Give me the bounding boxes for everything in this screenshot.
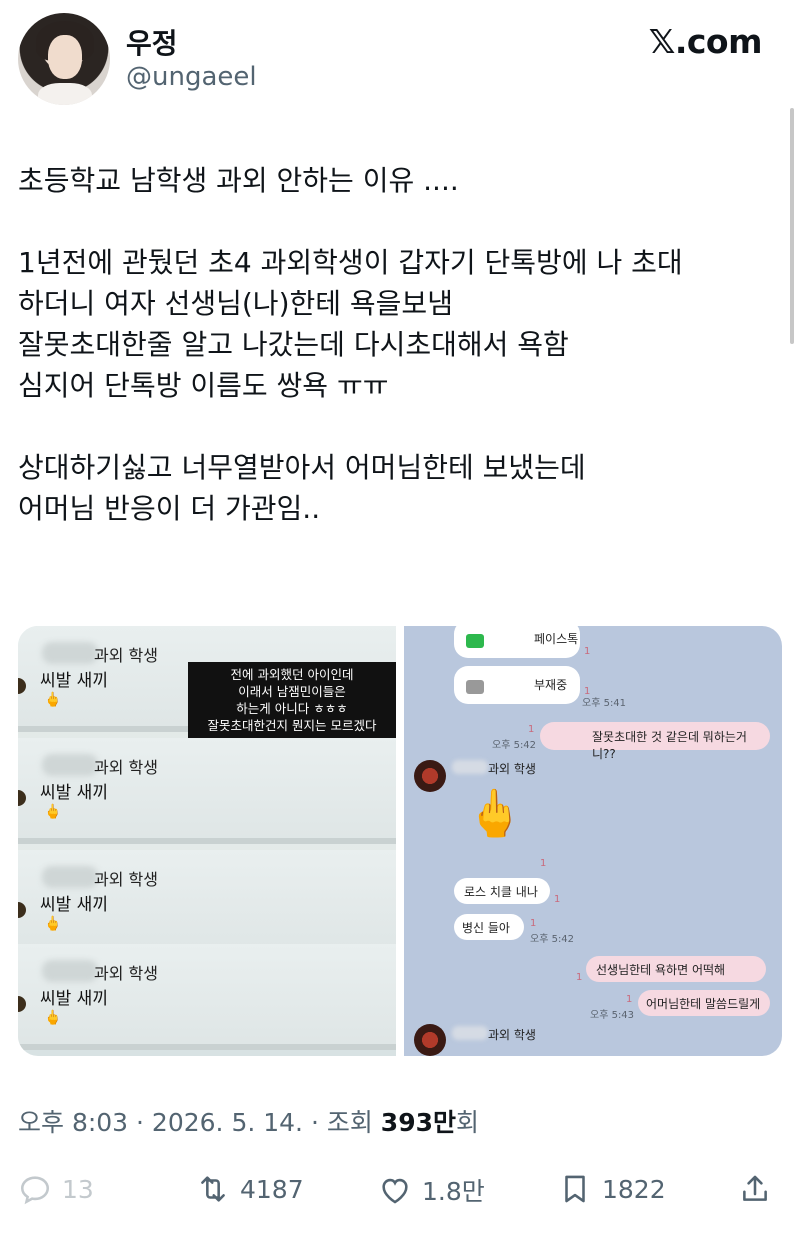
strip-sender: 과외 학생 — [94, 646, 158, 665]
chat-strip: 과외 학생 씨발 새끼 🖕 — [18, 944, 396, 1050]
strip-message: 씨발 새끼 — [40, 783, 108, 803]
bookmark-icon — [565, 1175, 585, 1203]
retweet-count: 4187 — [240, 1174, 304, 1204]
tweet-media[interactable]: 과외 학생 씨발 새끼 🖕 과외 학생 씨발 새끼 🖕 과외 학생 씨발 새끼 … — [18, 626, 782, 1056]
sender-name: 과외 학생 — [488, 762, 536, 776]
chat-strip: 과외 학생 씨발 새끼 🖕 — [18, 850, 396, 956]
caption-line: 잘못초대한건지 뭔지는 모르겠다 — [207, 718, 377, 733]
call-bubble-facetalk: 페이스톡 — [454, 626, 580, 658]
caption-line: 이래서 남잼민이들은 — [238, 684, 346, 699]
reply-button[interactable]: 13 — [18, 1172, 94, 1206]
tweet-meta: 오후 8:03 · 2026. 5. 14. · 조회 393만회 — [18, 1103, 479, 1139]
bookmark-count: 1822 — [602, 1174, 666, 1204]
like-count: 1.8만 — [422, 1177, 485, 1206]
my-message: 잘못초대한 것 같은데 뭐하는거니?? — [540, 722, 770, 761]
strip-sender: 과외 학생 — [94, 758, 158, 777]
unread-count: 1 — [540, 858, 547, 869]
timestamp: 오후 5:41 — [582, 698, 627, 709]
timestamp[interactable]: 오후 8:03 · 2026. 5. 14. · 조회 — [18, 1108, 381, 1137]
user-handle[interactable]: @ungaeel — [126, 62, 257, 92]
received-message: 로스 치클 내나 — [454, 878, 550, 904]
x-logo[interactable]: 𝕏.com — [649, 22, 763, 61]
tweet-header: 우정 @ungaeel 𝕏.com — [0, 0, 800, 120]
middle-finger-emoji: 🖕 — [466, 786, 524, 840]
action-bar: 13 4187 1.8만 1822 — [0, 1166, 800, 1222]
scrollbar[interactable] — [790, 108, 794, 344]
timestamp: 오후 5:42 — [492, 740, 537, 751]
retweet-button[interactable]: 4187 — [196, 1172, 304, 1206]
media-image-right[interactable]: 페이스톡 1 부재중 1 오후 5:41 잘못초대한 것 같은데 뭐하는거니??… — [404, 626, 782, 1056]
my-message: 어머님한테 말씀드릴게 — [638, 990, 770, 1016]
reply-icon — [20, 1176, 50, 1205]
call-label: 페이스톡 — [534, 632, 579, 646]
media-image-left[interactable]: 과외 학생 씨발 새끼 🖕 과외 학생 씨발 새끼 🖕 과외 학생 씨발 새끼 … — [18, 626, 396, 1056]
unread-count: 1 — [626, 994, 633, 1005]
missed-call-icon — [466, 680, 484, 694]
unread-count: 1 — [554, 894, 561, 905]
strip-message: 씨발 새끼 — [40, 895, 108, 915]
user-avatar[interactable] — [18, 13, 110, 105]
unread-count: 1 — [576, 972, 583, 983]
like-button[interactable]: 1.8만 — [378, 1172, 485, 1208]
timestamp: 오후 5:42 — [530, 934, 575, 945]
video-call-icon — [466, 634, 484, 648]
sender-avatar — [414, 760, 446, 792]
sender-avatar — [414, 1024, 446, 1056]
sender-name: 과외 학생 — [488, 1028, 536, 1042]
share-button[interactable] — [738, 1172, 772, 1206]
view-count: 393만 — [380, 1108, 456, 1137]
chat-strip: 과외 학생 씨발 새끼 🖕 — [18, 738, 396, 844]
retweet-icon — [201, 1176, 225, 1202]
heart-icon — [382, 1178, 408, 1204]
unread-count: 1 — [528, 724, 535, 735]
call-bubble-missed: 부재중 — [454, 666, 580, 704]
reply-count: 13 — [62, 1174, 94, 1204]
unread-count: 1 — [584, 646, 591, 657]
middle-finger-emoji: 🖕 — [44, 804, 62, 820]
strip-message: 씨발 새끼 — [40, 989, 108, 1009]
image-caption: 전에 과외했던 아이인데 이래서 남잼민이들은 하는게 아니다 ㅎㅎㅎ 잘못초대… — [188, 662, 396, 738]
call-label: 부재중 — [534, 678, 568, 692]
tweet-text: 초등학교 남학생 과외 안하는 이유 .... 1년전에 관뒀던 초4 과외학생… — [18, 164, 683, 525]
bookmark-button[interactable]: 1822 — [558, 1172, 666, 1206]
display-name[interactable]: 우정 — [126, 22, 178, 62]
middle-finger-emoji: 🖕 — [44, 916, 62, 932]
unread-count: 1 — [530, 918, 537, 929]
caption-line: 하는게 아니다 ㅎㅎㅎ — [236, 701, 348, 716]
strip-sender: 과외 학생 — [94, 870, 158, 889]
middle-finger-emoji: 🖕 — [44, 692, 62, 708]
share-icon — [743, 1175, 767, 1201]
strip-message: 씨발 새끼 — [40, 671, 108, 691]
received-message: 병신 들아 — [454, 914, 524, 940]
my-message: 선생님한테 욕하면 어떡해 — [586, 956, 766, 982]
timestamp: 오후 5:43 — [590, 1010, 635, 1021]
middle-finger-emoji: 🖕 — [44, 1010, 62, 1026]
caption-line: 전에 과외했던 아이인데 — [230, 667, 354, 682]
strip-sender: 과외 학생 — [94, 964, 158, 983]
view-suffix: 회 — [455, 1108, 479, 1137]
